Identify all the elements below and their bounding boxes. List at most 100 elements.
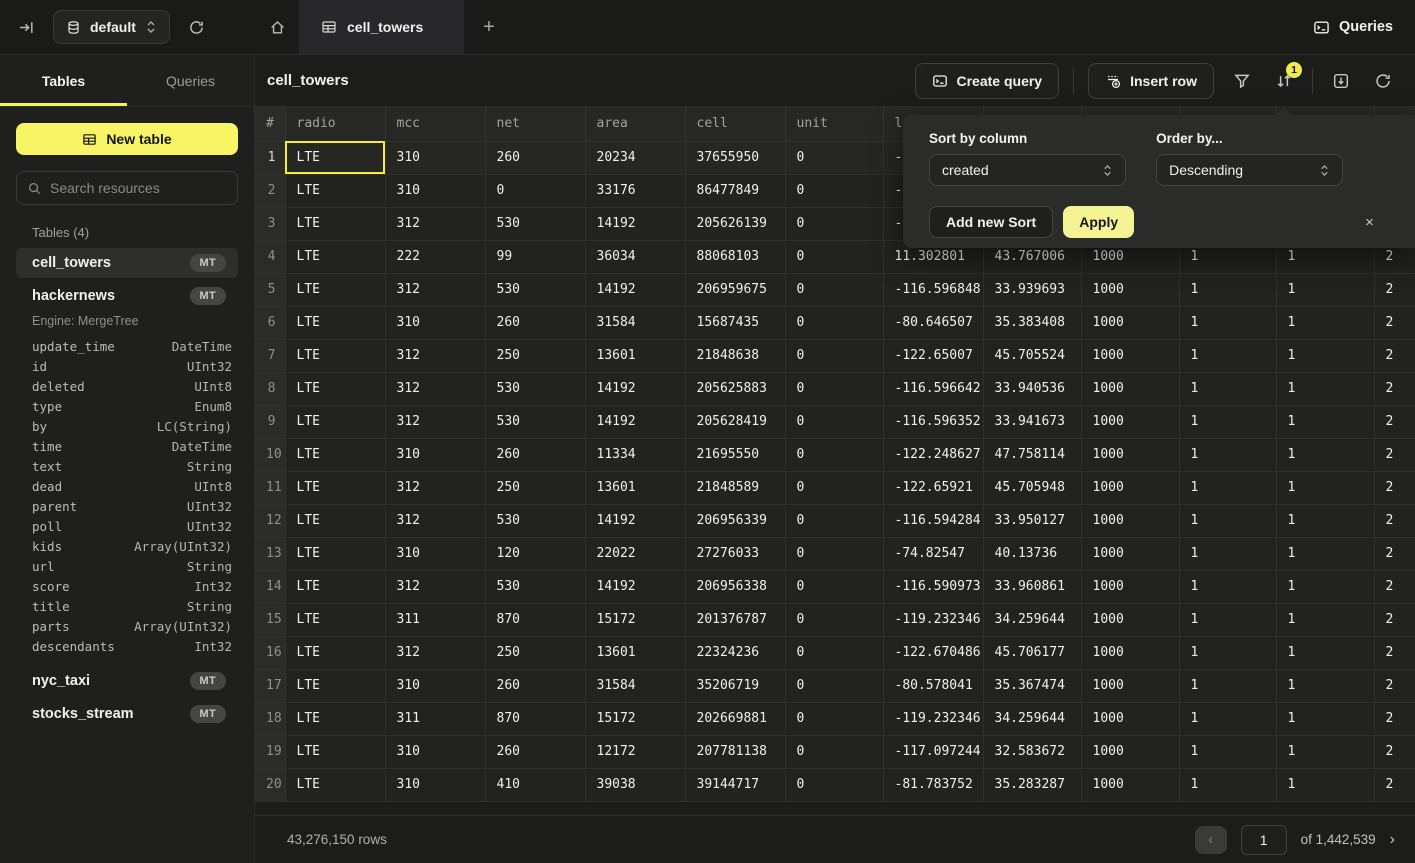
table-cell[interactable]: 1 — [1276, 405, 1374, 438]
table-cell[interactable]: 0 — [785, 768, 883, 801]
table-cell[interactable]: 250 — [485, 339, 585, 372]
table-cell[interactable]: 40.13736 — [983, 537, 1081, 570]
table-cell[interactable]: LTE — [285, 537, 385, 570]
column-header[interactable]: cell — [685, 107, 785, 141]
column-header[interactable]: radio — [285, 107, 385, 141]
table-cell[interactable]: 1000 — [1081, 471, 1179, 504]
table-cell[interactable]: 88068103 — [685, 240, 785, 273]
database-selector[interactable]: default — [53, 10, 170, 44]
filter-icon[interactable] — [1228, 67, 1256, 95]
table-cell[interactable]: 22324236 — [685, 636, 785, 669]
table-cell[interactable]: 35206719 — [685, 669, 785, 702]
table-cell[interactable]: 2 — [1374, 768, 1415, 801]
table-cell[interactable]: 206956339 — [685, 504, 785, 537]
home-icon[interactable] — [255, 0, 299, 54]
table-cell[interactable]: 39038 — [585, 768, 685, 801]
table-cell[interactable]: 250 — [485, 636, 585, 669]
table-cell[interactable]: 13601 — [585, 471, 685, 504]
table-cell[interactable]: 312 — [385, 207, 485, 240]
table-cell[interactable]: 1 — [1276, 768, 1374, 801]
order-select[interactable]: Descending — [1156, 154, 1343, 186]
table-cell[interactable]: 870 — [485, 603, 585, 636]
table-cell[interactable]: LTE — [285, 174, 385, 207]
table-cell[interactable]: 1 — [1276, 438, 1374, 471]
table-cell[interactable]: 1000 — [1081, 306, 1179, 339]
table-cell[interactable]: 1 — [1179, 405, 1276, 438]
table-cell[interactable]: 14192 — [585, 372, 685, 405]
table-cell[interactable]: 312 — [385, 504, 485, 537]
sidebar-tab-tables[interactable]: Tables — [0, 55, 127, 106]
next-page-button[interactable]: › — [1390, 831, 1395, 849]
table-cell[interactable]: 2 — [1374, 405, 1415, 438]
table-cell[interactable]: 0 — [785, 603, 883, 636]
table-cell[interactable]: 260 — [485, 735, 585, 768]
table-cell[interactable]: LTE — [285, 306, 385, 339]
table-cell[interactable]: 311 — [385, 603, 485, 636]
column-header[interactable]: # — [255, 107, 285, 141]
table-cell[interactable]: 22022 — [585, 537, 685, 570]
table-cell[interactable]: LTE — [285, 471, 385, 504]
table-cell[interactable]: 205625883 — [685, 372, 785, 405]
table-cell[interactable]: 312 — [385, 405, 485, 438]
table-cell[interactable]: 2 — [1374, 306, 1415, 339]
table-cell[interactable]: 33.940536 — [983, 372, 1081, 405]
table-cell[interactable]: 1000 — [1081, 636, 1179, 669]
table-cell[interactable]: -122.670486 — [883, 636, 983, 669]
refresh-table-icon[interactable] — [1369, 67, 1397, 95]
table-cell[interactable]: 1 — [1276, 570, 1374, 603]
table-cell[interactable]: 31584 — [585, 669, 685, 702]
table-cell[interactable]: 530 — [485, 207, 585, 240]
table-cell[interactable]: 2 — [1374, 438, 1415, 471]
table-cell[interactable]: 206959675 — [685, 273, 785, 306]
search-input[interactable] — [50, 180, 227, 196]
table-cell[interactable]: 86477849 — [685, 174, 785, 207]
table-cell[interactable]: LTE — [285, 504, 385, 537]
table-cell[interactable]: -80.578041 — [883, 669, 983, 702]
sidebar-tab-queries[interactable]: Queries — [127, 55, 254, 106]
table-cell[interactable]: LTE — [285, 603, 385, 636]
tab-cell-towers[interactable]: cell_towers — [299, 0, 464, 54]
table-cell[interactable]: 1 — [1179, 570, 1276, 603]
table-cell[interactable]: 0 — [785, 669, 883, 702]
table-cell[interactable]: 310 — [385, 174, 485, 207]
table-cell[interactable]: -119.232346 — [883, 702, 983, 735]
table-cell[interactable]: 1000 — [1081, 768, 1179, 801]
table-cell[interactable]: 1000 — [1081, 504, 1179, 537]
table-cell[interactable]: 2 — [1374, 372, 1415, 405]
table-cell[interactable]: 1 — [1276, 669, 1374, 702]
table-cell[interactable]: 1000 — [1081, 669, 1179, 702]
table-cell[interactable]: 1000 — [1081, 537, 1179, 570]
table-cell[interactable]: 1 — [1179, 438, 1276, 471]
table-cell[interactable]: 45.705524 — [983, 339, 1081, 372]
queries-button[interactable]: Queries — [1313, 19, 1393, 36]
refresh-connection-icon[interactable] — [184, 15, 209, 40]
table-cell[interactable]: -80.646507 — [883, 306, 983, 339]
table-cell[interactable]: -122.248627 — [883, 438, 983, 471]
table-cell[interactable]: 33.939693 — [983, 273, 1081, 306]
table-cell[interactable]: 34.259644 — [983, 702, 1081, 735]
table-cell[interactable]: 201376787 — [685, 603, 785, 636]
table-cell[interactable]: 870 — [485, 702, 585, 735]
table-cell[interactable]: 39144717 — [685, 768, 785, 801]
table-cell[interactable]: 1 — [1179, 471, 1276, 504]
table-cell[interactable]: 0 — [785, 405, 883, 438]
remove-sort-icon[interactable]: × — [1365, 214, 1374, 231]
table-cell[interactable]: 1000 — [1081, 702, 1179, 735]
table-cell[interactable]: 0 — [785, 174, 883, 207]
table-cell[interactable]: 1 — [1179, 372, 1276, 405]
table-cell[interactable]: 310 — [385, 669, 485, 702]
table-cell[interactable]: -81.783752 — [883, 768, 983, 801]
table-cell[interactable]: 1 — [1179, 702, 1276, 735]
table-cell[interactable]: 12172 — [585, 735, 685, 768]
table-cell[interactable]: 14192 — [585, 504, 685, 537]
table-cell[interactable]: 1 — [1276, 636, 1374, 669]
table-cell[interactable]: 260 — [485, 669, 585, 702]
table-cell[interactable]: 222 — [385, 240, 485, 273]
table-cell[interactable]: 0 — [785, 537, 883, 570]
table-cell[interactable]: LTE — [285, 669, 385, 702]
table-cell[interactable]: 1 — [1276, 702, 1374, 735]
table-cell[interactable]: -116.590973 — [883, 570, 983, 603]
sidebar-item-hackernews[interactable]: hackernews MT — [16, 281, 238, 311]
table-cell[interactable]: -74.82547 — [883, 537, 983, 570]
table-cell[interactable]: 11334 — [585, 438, 685, 471]
